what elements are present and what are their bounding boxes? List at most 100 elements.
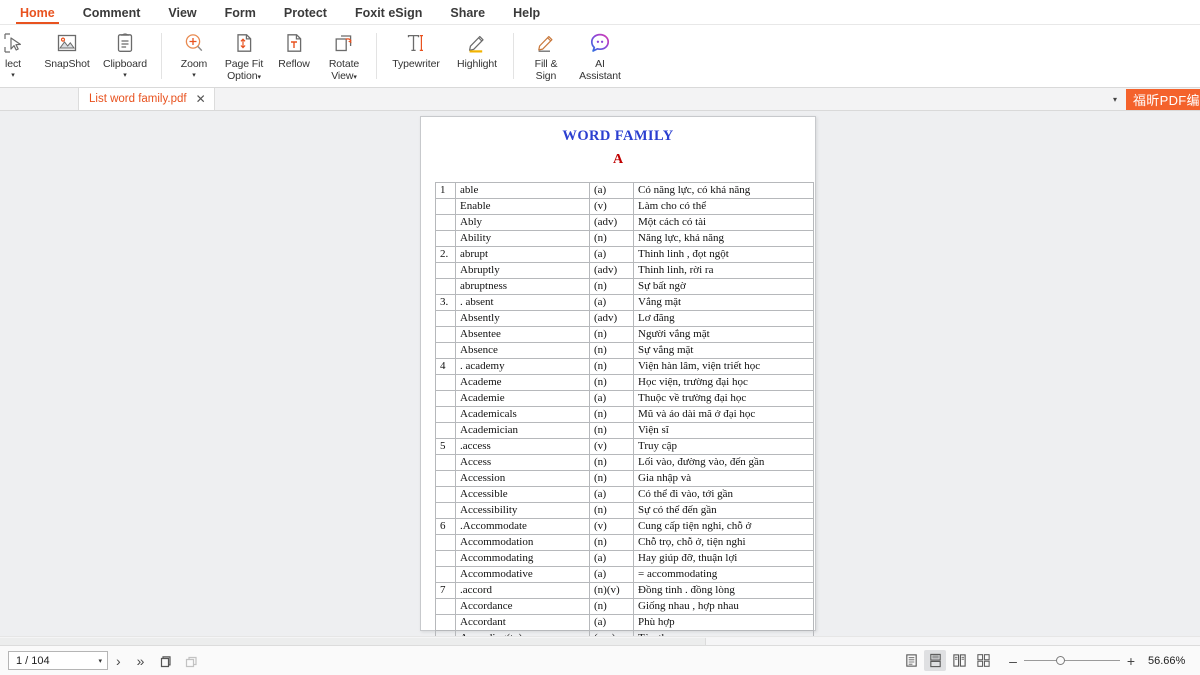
two-page-view-icon[interactable] (948, 650, 970, 671)
menu-item-protect[interactable]: Protect (270, 6, 341, 24)
menu-item-share[interactable]: Share (436, 6, 499, 24)
row-meaning: Có năng lực, có khả năng (634, 183, 814, 199)
menu-item-comment[interactable]: Comment (69, 6, 155, 24)
menu-item-form[interactable]: Form (211, 6, 270, 24)
zoom-out-button[interactable]: – (1005, 654, 1021, 668)
row-word: Academie (456, 391, 590, 407)
row-word: Ability (456, 231, 590, 247)
status-bar-right: – + 56.66% (899, 650, 1192, 671)
row-part-of-speech: (n)(v) (590, 583, 634, 599)
snapshot-tool-button[interactable]: SnapShot (38, 25, 96, 88)
row-number (436, 263, 456, 279)
chevron-down-icon[interactable]: ▾ (98, 657, 102, 665)
zoom-in-button[interactable]: + (1123, 654, 1139, 668)
zoom-slider-knob[interactable] (1056, 656, 1065, 665)
table-row: 4. academy(n)Viện hàn lâm, viện triết họ… (436, 359, 814, 375)
page-number-selector[interactable]: 1 / 104 ▾ (8, 651, 108, 670)
new-window-icon[interactable] (152, 653, 178, 669)
row-meaning: Lơ đãng (634, 311, 814, 327)
tab-bar-spacer (0, 88, 78, 110)
menu-item-help[interactable]: Help (499, 6, 554, 24)
document-tab-list-word-family[interactable]: List word family.pdf ✕ (78, 88, 215, 110)
snapshot-icon (55, 30, 79, 56)
rotate-view-label: Rotate View▾ (329, 59, 359, 83)
chevron-down-icon[interactable]: ▾ (353, 74, 356, 81)
row-part-of-speech: (v) (590, 199, 634, 215)
ai-assistant-button[interactable]: AI Assistant (571, 25, 629, 88)
row-meaning: Có thể đi vào, tới gần (634, 487, 814, 503)
page-fit-option-button[interactable]: Page Fit Option▾ (219, 25, 269, 88)
row-meaning: Chỗ trọ, chỗ ở, tiện nghi (634, 535, 814, 551)
menu-item-foxit-esign[interactable]: Foxit eSign (341, 6, 436, 24)
highlight-tool-button[interactable]: Highlight (448, 25, 506, 88)
table-row: Accordance(n)Giống nhau , hợp nhau (436, 599, 814, 615)
close-icon[interactable]: ✕ (196, 93, 206, 105)
row-number: 6 (436, 519, 456, 535)
document-tab-title: List word family.pdf (89, 93, 187, 105)
two-page-continuous-view-icon[interactable] (972, 650, 994, 671)
table-row: Accommodative(a)= accommodating (436, 567, 814, 583)
row-word: . academy (456, 359, 590, 375)
clipboard-tool-button[interactable]: Clipboard ▾ (96, 25, 154, 88)
table-row: Academician(n)Viện sĩ (436, 423, 814, 439)
row-meaning: Thinh linh , đọt ngột (634, 247, 814, 263)
row-part-of-speech: (n) (590, 359, 634, 375)
row-word: abruptness (456, 279, 590, 295)
row-number (436, 391, 456, 407)
status-bar: 1 / 104 ▾ › » (0, 645, 1200, 675)
zoom-in-icon (182, 30, 206, 56)
table-row: Accommodating(a) Hay giúp đỡ, thuận lợi (436, 551, 814, 567)
horizontal-scrollbar[interactable] (0, 636, 1200, 645)
typewriter-tool-label: Typewriter (392, 59, 439, 71)
row-number (436, 487, 456, 503)
clipboard-icon (113, 30, 137, 56)
continuous-scroll-view-icon[interactable] (924, 650, 946, 671)
chevron-down-icon[interactable]: ▾ (5, 72, 21, 80)
row-number (436, 279, 456, 295)
row-part-of-speech: (a) (590, 551, 634, 567)
chevron-down-icon[interactable]: ▾ (1104, 95, 1126, 104)
chevron-down-icon[interactable]: ▾ (257, 74, 260, 81)
row-number (436, 199, 456, 215)
fill-and-sign-button[interactable]: Fill & Sign (521, 25, 571, 88)
row-word: Absentee (456, 327, 590, 343)
zoom-tool-button[interactable]: Zoom ▾ (169, 25, 219, 88)
table-row: 1able(a)Có năng lực, có khả năng (436, 183, 814, 199)
row-word: .Accommodate (456, 519, 590, 535)
last-page-button[interactable]: » (129, 654, 153, 668)
row-part-of-speech: (n) (590, 423, 634, 439)
promo-banner[interactable]: 福昕PDF编 (1126, 89, 1200, 110)
row-part-of-speech: (n) (590, 471, 634, 487)
row-number (436, 423, 456, 439)
next-page-button[interactable]: › (108, 654, 129, 668)
tab-bar-right-controls: ▾ 福昕PDF编 (1104, 88, 1200, 110)
row-word: Accommodating (456, 551, 590, 567)
duplicate-window-icon[interactable] (178, 653, 204, 669)
table-row: Accordant(a)Phù hợp (436, 615, 814, 631)
single-page-view-icon[interactable] (900, 650, 922, 671)
ai-assistant-label: AI Assistant (579, 59, 621, 82)
highlight-pen-icon (465, 30, 489, 56)
row-number: 4 (436, 359, 456, 375)
chevron-down-icon[interactable]: ▾ (103, 72, 147, 80)
row-number (436, 599, 456, 615)
row-word: Accessible (456, 487, 590, 503)
zoom-slider[interactable] (1024, 660, 1120, 661)
rotate-view-icon (332, 30, 356, 56)
select-tool-label: lect ▾ (5, 59, 21, 80)
row-number (436, 455, 456, 471)
menu-item-home[interactable]: Home (6, 6, 69, 24)
chevron-down-icon[interactable]: ▾ (181, 72, 207, 80)
select-tool-button[interactable]: lect ▾ (0, 25, 38, 88)
reflow-tool-button[interactable]: Reflow (269, 25, 319, 88)
pdf-viewer-area[interactable]: WORD FAMILY A 1able(a)Có năng lực, có kh… (0, 111, 1200, 645)
row-part-of-speech: (n) (590, 343, 634, 359)
menu-item-view[interactable]: View (154, 6, 210, 24)
table-row: Academe(n)Học viện, trường đại học (436, 375, 814, 391)
rotate-view-button[interactable]: Rotate View▾ (319, 25, 369, 88)
horizontal-scrollbar-thumb[interactable] (0, 638, 706, 645)
page-fit-text-2: Option (227, 70, 257, 82)
row-meaning: = accommodating (634, 567, 814, 583)
typewriter-tool-button[interactable]: Typewriter (384, 25, 448, 88)
zoom-level-value[interactable]: 56.66% (1148, 655, 1192, 667)
